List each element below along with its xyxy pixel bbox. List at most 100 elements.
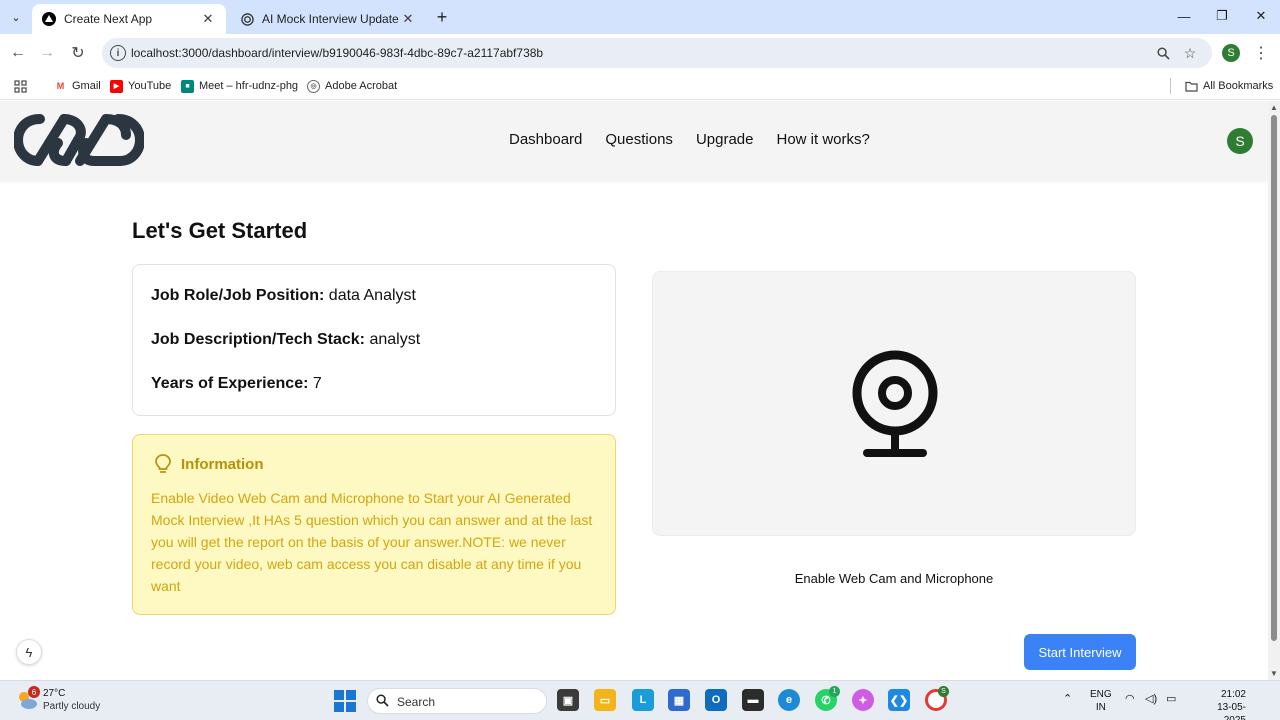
information-header: Information — [153, 453, 264, 475]
browser-toolbar: ← → ↻ i localhost:3000/dashboard/intervi… — [0, 34, 1280, 72]
experience-value: 7 — [312, 375, 322, 392]
vscode-icon[interactable]: ❮❯ — [888, 689, 910, 711]
bookmark-star-icon[interactable]: ☆ — [1181, 44, 1199, 62]
windows-taskbar: 6 27°C Partly cloudy Search ▣ ▭ L ▦ O ▬ … — [0, 680, 1280, 720]
profile-avatar[interactable]: S — [1222, 44, 1240, 62]
globe-icon: ◎ — [307, 79, 320, 93]
address-bar[interactable]: i localhost:3000/dashboard/interview/b91… — [102, 38, 1212, 68]
bookmark-label: Meet – hfr-udnz-phg — [199, 80, 299, 92]
zoom-icon[interactable] — [1154, 44, 1172, 62]
microsoft-store-icon[interactable]: ▦ — [668, 689, 690, 711]
reload-icon[interactable]: ↻ — [67, 42, 89, 64]
close-tab-icon[interactable]: ✕ — [400, 11, 416, 27]
all-bookmarks-button[interactable]: All Bookmarks — [1185, 77, 1273, 95]
page-scrollbar[interactable]: ▲ ▼ — [1268, 101, 1280, 680]
job-role-row: Job Role/Job Position: data Analyst — [151, 287, 416, 305]
language-indicator[interactable]: ENG IN — [1090, 688, 1112, 714]
close-window-icon[interactable]: ✕ — [1249, 6, 1273, 26]
terminal-icon[interactable]: ▬ — [742, 689, 764, 711]
close-tab-icon[interactable]: ✕ — [200, 11, 216, 27]
site-header: Dashboard Questions Upgrade How it works… — [0, 101, 1268, 181]
page-title: Let's Get Started — [132, 218, 308, 243]
restore-icon[interactable]: ❐ — [1210, 6, 1234, 26]
wifi-icon[interactable]: ◠ — [1125, 692, 1135, 705]
tab-strip: ⌄ Create Next App ✕ AI Mock Interview Up… — [0, 0, 1280, 34]
bookmark-gmail[interactable]: M Gmail — [54, 77, 101, 95]
chevron-down-icon: ⌄ — [11, 11, 21, 24]
google-meet-icon: ■ — [181, 79, 194, 93]
forward-arrow-icon[interactable]: → — [36, 42, 58, 64]
job-role-label: Job Role/Job Position: — [151, 287, 325, 304]
bookmark-label: YouTube — [128, 80, 172, 92]
bookmarks-divider — [1170, 78, 1171, 94]
webcam-preview — [652, 271, 1136, 536]
folder-icon — [1185, 80, 1198, 93]
job-description-label: Job Description/Tech Stack: — [151, 331, 365, 348]
task-view-icon[interactable]: ▣ — [557, 689, 579, 711]
back-arrow-icon[interactable]: ← — [7, 42, 29, 64]
webcam-icon — [852, 350, 938, 457]
bookmark-adobe-acrobat[interactable]: ◎ Adobe Acrobat — [307, 77, 397, 95]
start-interview-button[interactable]: Start Interview — [1024, 634, 1136, 670]
tab-title: Create Next App — [64, 12, 153, 26]
globe-favicon-icon — [240, 12, 254, 26]
scrollbar-thumb[interactable] — [1271, 115, 1277, 641]
scroll-down-icon[interactable]: ▼ — [1270, 669, 1278, 678]
lightbulb-icon — [155, 454, 171, 473]
weather-badge: 6 — [28, 686, 40, 698]
weather-description: Partly cloudy — [43, 701, 101, 712]
job-details-card: Job Role/Job Position: data Analyst Job … — [132, 264, 616, 416]
learning-app-icon[interactable]: L — [632, 689, 654, 711]
nav-how-it-works[interactable]: How it works? — [776, 131, 869, 148]
nav-upgrade[interactable]: Upgrade — [696, 131, 754, 148]
file-explorer-icon[interactable]: ▭ — [594, 689, 616, 711]
show-hidden-icons-icon[interactable]: ⌃ — [1063, 692, 1072, 705]
nextjs-favicon-icon — [42, 12, 56, 26]
bookmark-label: All Bookmarks — [1203, 80, 1274, 92]
scroll-up-icon[interactable]: ▲ — [1270, 103, 1278, 112]
region-code: IN — [1095, 702, 1106, 713]
windows-start-icon[interactable] — [334, 690, 356, 712]
lightning-icon[interactable]: ϟ — [16, 639, 42, 665]
job-role-value: data Analyst — [328, 287, 416, 304]
minimize-icon[interactable]: — — [1172, 6, 1196, 26]
gmail-icon: M — [56, 81, 65, 91]
information-title: Information — [181, 455, 264, 473]
volume-icon[interactable]: ◁) — [1145, 692, 1157, 705]
enable-webcam-button[interactable]: Enable Web Cam and Microphone — [652, 571, 1136, 586]
tab-title: AI Mock Interview Update — [262, 12, 399, 26]
bookmark-youtube[interactable]: ▶ YouTube — [110, 77, 171, 95]
bookmark-label: Adobe Acrobat — [325, 80, 398, 92]
taskbar-search[interactable]: Search — [367, 688, 547, 714]
information-card: Information Enable Video Web Cam and Mic… — [132, 434, 616, 615]
edge-icon[interactable]: e — [778, 689, 800, 711]
apps-grid-icon[interactable] — [14, 77, 27, 95]
nav-questions[interactable]: Questions — [605, 131, 673, 148]
site-info-icon[interactable]: i — [110, 45, 126, 61]
job-description-value: analyst — [369, 331, 421, 348]
information-text: Enable Video Web Cam and Microphone to S… — [151, 490, 593, 594]
tab-ai-mock-interview[interactable]: AI Mock Interview Update ✕ — [230, 4, 426, 34]
bookmark-meet[interactable]: ■ Meet – hfr-udnz-phg — [181, 77, 298, 95]
search-placeholder: Search — [397, 695, 436, 709]
battery-icon[interactable]: ▭ — [1166, 692, 1176, 705]
whatsapp-badge: 1 — [829, 686, 840, 697]
url-text: localhost:3000/dashboard/interview/b9190… — [131, 46, 544, 60]
language-code: ENG — [1090, 689, 1112, 700]
search-icon — [376, 694, 389, 710]
experience-label: Years of Experience: — [151, 375, 309, 392]
new-tab-button[interactable]: + — [432, 7, 452, 27]
clock-time: 21:02 — [1220, 689, 1246, 700]
copilot-icon[interactable]: ✦ — [852, 689, 874, 711]
browser-menu-icon[interactable]: ⋮ — [1253, 43, 1269, 63]
bookmarks-bar: M Gmail ▶ YouTube ■ Meet – hfr-udnz-phg … — [0, 72, 1280, 100]
tab-create-next-app[interactable]: Create Next App ✕ — [32, 4, 226, 34]
chrome-profile-badge: S — [938, 686, 949, 697]
outlook-icon[interactable]: O — [705, 689, 727, 711]
system-clock[interactable]: 21:02 13-05-2025 — [1204, 688, 1246, 720]
tab-search-button[interactable]: ⌄ — [6, 7, 26, 27]
user-avatar[interactable]: S — [1227, 128, 1253, 154]
experience-row: Years of Experience: 7 — [151, 375, 322, 393]
nav-dashboard[interactable]: Dashboard — [509, 131, 582, 148]
app-logo[interactable] — [14, 113, 144, 167]
